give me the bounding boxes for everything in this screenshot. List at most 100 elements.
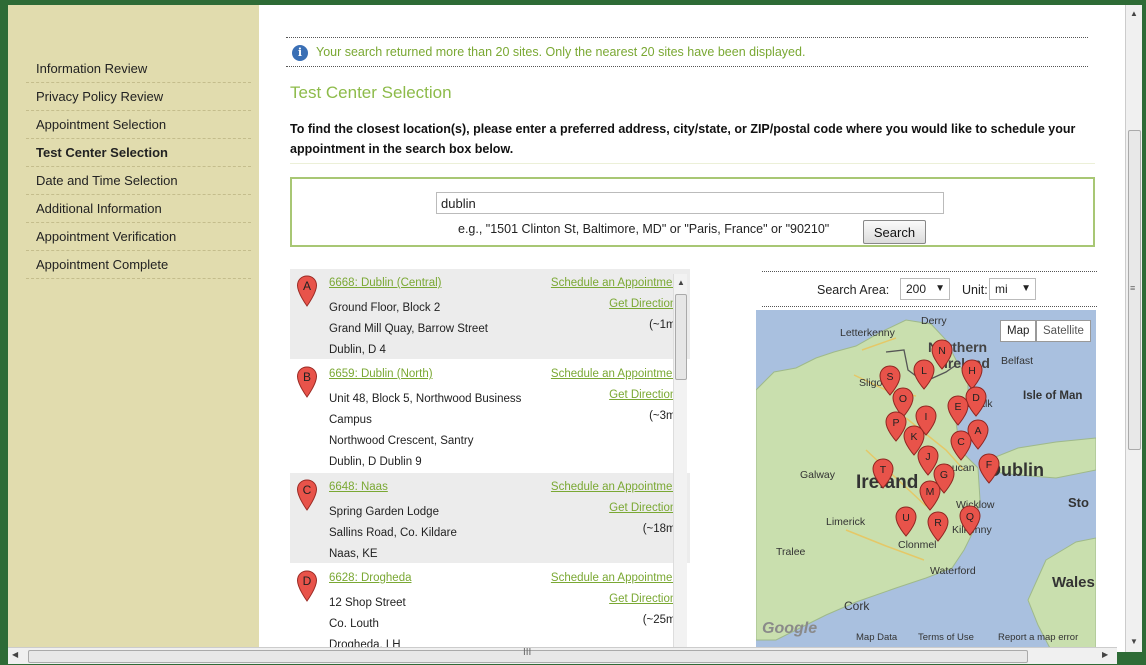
map-marker-r[interactable]: R (927, 511, 949, 542)
get-directions-link[interactable]: Get Directions (609, 389, 682, 401)
address-line: Dublin, D 4 (329, 344, 386, 356)
site-name-link[interactable]: 6659: Dublin (North) (329, 368, 433, 380)
marker-letter: Q (966, 511, 974, 523)
address-line: Unit 48, Block 5, Northwood Business (329, 393, 522, 405)
scrollbar-grip-icon: ≡ (1130, 283, 1136, 293)
map-marker-m[interactable]: M (919, 480, 941, 511)
schedule-appointment-link[interactable]: Schedule an Appointment (551, 572, 682, 584)
map-marker-q[interactable]: Q (959, 505, 981, 536)
unit-select[interactable]: mi ▼ (989, 278, 1036, 300)
main-content: i Your search returned more than 20 sites… (259, 5, 1113, 652)
map-marker-u[interactable]: U (895, 506, 917, 537)
map-marker-f[interactable]: F (978, 453, 1000, 484)
marker-letter: U (902, 512, 910, 524)
marker-pin-icon: C (296, 479, 318, 511)
marker-letter: I (925, 411, 928, 423)
search-area-label: Search Area: (817, 283, 890, 297)
map-marker-t[interactable]: T (872, 458, 894, 489)
sidebar-item-privacy-policy-review[interactable]: Privacy Policy Review (26, 83, 251, 111)
sidebar-item-appointment-verification[interactable]: Appointment Verification (26, 223, 251, 251)
address-line: Ground Floor, Block 2 (329, 302, 441, 314)
map-markers-layer: N S L H O DE I PK AC J F T GM Q U R (872, 339, 1000, 542)
address-line: Sallins Road, Co. Kildare (329, 527, 457, 539)
marker-letter: E (954, 401, 961, 413)
sidebar-nav: Information Review Privacy Policy Review… (26, 55, 251, 279)
map-marker-l[interactable]: L (913, 359, 935, 390)
marker-letter: S (886, 371, 893, 383)
sidebar-item-additional-information[interactable]: Additional Information (26, 195, 251, 223)
page-scrollbar[interactable]: ▲ ≡ ▼ (1125, 5, 1142, 652)
map-marker-n[interactable]: N (931, 339, 953, 370)
address-line: Co. Louth (329, 618, 379, 630)
sidebar-item-appointment-selection[interactable]: Appointment Selection (26, 111, 251, 139)
marker-letter: H (968, 365, 976, 377)
schedule-appointment-link[interactable]: Schedule an Appointment (551, 368, 682, 380)
get-directions-link[interactable]: Get Directions (609, 593, 682, 605)
browser-viewport: Information Review Privacy Policy Review… (8, 5, 1142, 652)
marker-letter: N (938, 345, 946, 357)
divider (762, 306, 1097, 307)
map-marker-h[interactable]: H (961, 359, 983, 390)
scroll-right-arrow-icon[interactable]: ▶ (1102, 650, 1108, 659)
scroll-down-arrow-icon[interactable]: ▼ (1130, 637, 1138, 646)
site-name-link[interactable]: 6648: Naas (329, 481, 388, 493)
result-item-d: D 6628: Drogheda Schedule an Appointment… (290, 564, 690, 652)
search-button[interactable]: Search (863, 220, 926, 244)
scroll-left-arrow-icon[interactable]: ◀ (12, 650, 18, 659)
sidebar-item-information-review[interactable]: Information Review (26, 55, 251, 83)
result-item-a: A 6668: Dublin (Central) Schedule an App… (290, 269, 690, 360)
site-name-link[interactable]: 6668: Dublin (Central) (329, 277, 442, 289)
schedule-appointment-link[interactable]: Schedule an Appointment (551, 481, 682, 493)
result-item-c: C 6648: Naas Schedule an Appointment Get… (290, 473, 690, 564)
location-search-input[interactable] (436, 192, 944, 214)
address-line: 12 Shop Street (329, 597, 406, 609)
dropdown-arrow-icon: ▼ (1021, 283, 1031, 294)
horizontal-scrollbar[interactable]: ◀ III ▶ (8, 647, 1117, 664)
search-instructions: To find the closest location(s), please … (290, 122, 1076, 156)
marker-letter: C (303, 483, 312, 497)
marker-letter: D (972, 392, 980, 404)
scrollbar-grip-icon: III (523, 647, 532, 658)
unit-value: mi (995, 282, 1008, 296)
marker-pin-icon: A (296, 275, 318, 307)
map-marker-a[interactable]: A (967, 419, 989, 450)
marker-letter: F (986, 459, 992, 471)
sidebar-item-date-and-time-selection[interactable]: Date and Time Selection (26, 167, 251, 195)
notice-text: Your search returned more than 20 sites.… (316, 45, 806, 59)
site-address: 12 Shop Street Co. Louth Drogheda, LH (329, 593, 549, 652)
get-directions-link[interactable]: Get Directions (609, 502, 682, 514)
results-list[interactable]: A 6668: Dublin (Central) Schedule an App… (290, 269, 697, 652)
unit-label: Unit: (962, 283, 988, 297)
map-marker-e[interactable]: E (947, 395, 969, 426)
marker-letter: G (940, 469, 948, 481)
marker-letter: M (926, 486, 935, 498)
get-directions-link[interactable]: Get Directions (609, 298, 682, 310)
marker-letter: T (880, 464, 887, 476)
site-name-link[interactable]: 6628: Drogheda (329, 572, 411, 584)
search-hint: e.g., "1501 Clinton St, Baltimore, MD" o… (458, 222, 830, 236)
page-title: Test Center Selection (290, 83, 452, 102)
divider (762, 271, 1097, 272)
marker-letter: D (303, 574, 312, 588)
marker-letter: A (974, 425, 981, 437)
scroll-up-arrow-icon[interactable]: ▲ (1130, 9, 1138, 18)
scrollbar-thumb[interactable] (675, 294, 687, 380)
map-view[interactable]: Map Satellite Derry Letterkenny Northern… (756, 310, 1096, 652)
sidebar-item-test-center-selection[interactable]: Test Center Selection (26, 139, 251, 167)
marker-letter: O (899, 393, 907, 405)
site-address: Ground Floor, Block 2 Grand Mill Quay, B… (329, 298, 549, 361)
schedule-appointment-link[interactable]: Schedule an Appointment (551, 277, 682, 289)
search-area-value: 200 (906, 282, 927, 296)
map-marker-p[interactable]: P (885, 411, 907, 442)
map-controls: Search Area: 200 ▼ Unit: mi ▼ (762, 277, 1097, 303)
results-scrollbar[interactable]: ▲ (673, 274, 687, 650)
sidebar-item-appointment-complete[interactable]: Appointment Complete (26, 251, 251, 279)
map-marker-d[interactable]: D (965, 386, 987, 417)
map-panel: Search Area: 200 ▼ Unit: mi ▼ Map Satellit… (756, 269, 1097, 652)
map-marker-c[interactable]: C (950, 430, 972, 461)
scroll-up-arrow-icon[interactable]: ▲ (677, 278, 685, 287)
search-area-select[interactable]: 200 ▼ (900, 278, 950, 300)
marker-letter: R (934, 517, 942, 529)
address-line: Grand Mill Quay, Barrow Street (329, 323, 488, 335)
search-panel: e.g., "1501 Clinton St, Baltimore, MD" o… (290, 177, 1095, 247)
